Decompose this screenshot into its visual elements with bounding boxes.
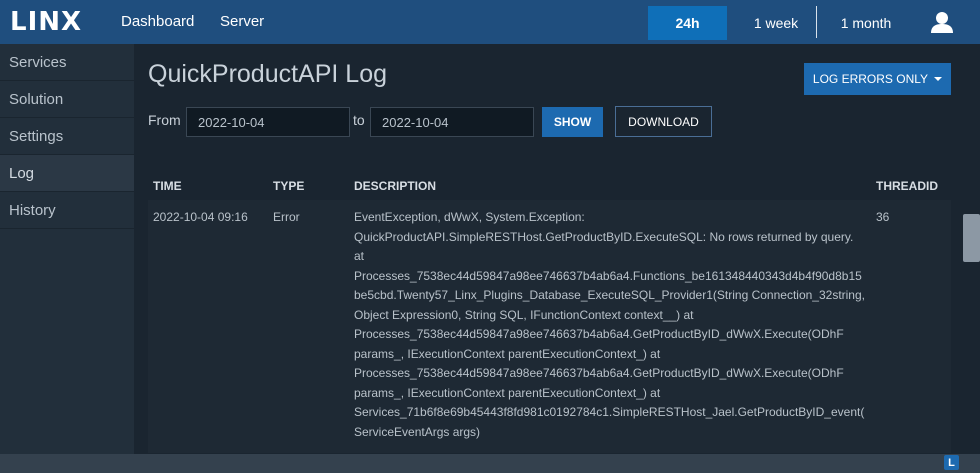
sidebar-item-history[interactable]: History <box>0 192 134 229</box>
linx-icon[interactable]: L <box>944 455 959 470</box>
from-date-input[interactable] <box>186 107 350 137</box>
sidebar-item-solution[interactable]: Solution <box>0 81 134 118</box>
chevron-down-icon <box>934 77 943 81</box>
user-icon[interactable] <box>930 11 954 33</box>
range-24h-button[interactable]: 24h <box>648 6 727 40</box>
linx-logo[interactable]: LINX <box>10 7 82 37</box>
range-divider <box>816 6 817 38</box>
cell-time: 2022-10-04 09:16 <box>153 210 248 224</box>
cell-description: EventException, dWwX, System.Exception: … <box>354 210 865 439</box>
sidebar-item-settings[interactable]: Settings <box>0 118 134 155</box>
cell-type: Error <box>273 210 300 224</box>
range-1month-button[interactable]: 1 month <box>826 6 906 40</box>
column-header-threadid[interactable]: THREADID <box>876 179 938 193</box>
to-label: to <box>353 112 365 128</box>
sidebar-item-services[interactable]: Services <box>0 44 134 81</box>
top-bar: LINX Dashboard Server 24h 1 week 1 month <box>0 0 980 44</box>
nav-dashboard[interactable]: Dashboard <box>121 13 194 30</box>
cell-threadid: 36 <box>876 210 890 224</box>
column-header-type[interactable]: TYPE <box>273 179 304 193</box>
log-errors-only-label: LOG ERRORS ONLY <box>812 72 929 86</box>
nav-server[interactable]: Server <box>220 13 264 30</box>
range-1week-button[interactable]: 1 week <box>740 6 812 40</box>
to-date-input[interactable] <box>370 107 534 137</box>
page-title: QuickProductAPI Log <box>148 60 388 88</box>
bottom-bar <box>0 454 980 473</box>
download-button[interactable]: DOWNLOAD <box>615 106 712 137</box>
sidebar-item-log[interactable]: Log <box>0 155 134 192</box>
column-header-description[interactable]: DESCRIPTION <box>354 179 436 193</box>
column-header-time[interactable]: TIME <box>153 179 182 193</box>
sidebar: Services Solution Settings Log History <box>0 44 134 454</box>
from-label: From <box>148 112 181 128</box>
scrollbar-thumb[interactable] <box>963 214 980 262</box>
table-row[interactable]: 2022-10-04 09:16 Error EventException, d… <box>148 200 951 453</box>
log-errors-only-button[interactable]: LOG ERRORS ONLY <box>804 63 951 95</box>
show-button[interactable]: SHOW <box>542 107 603 137</box>
